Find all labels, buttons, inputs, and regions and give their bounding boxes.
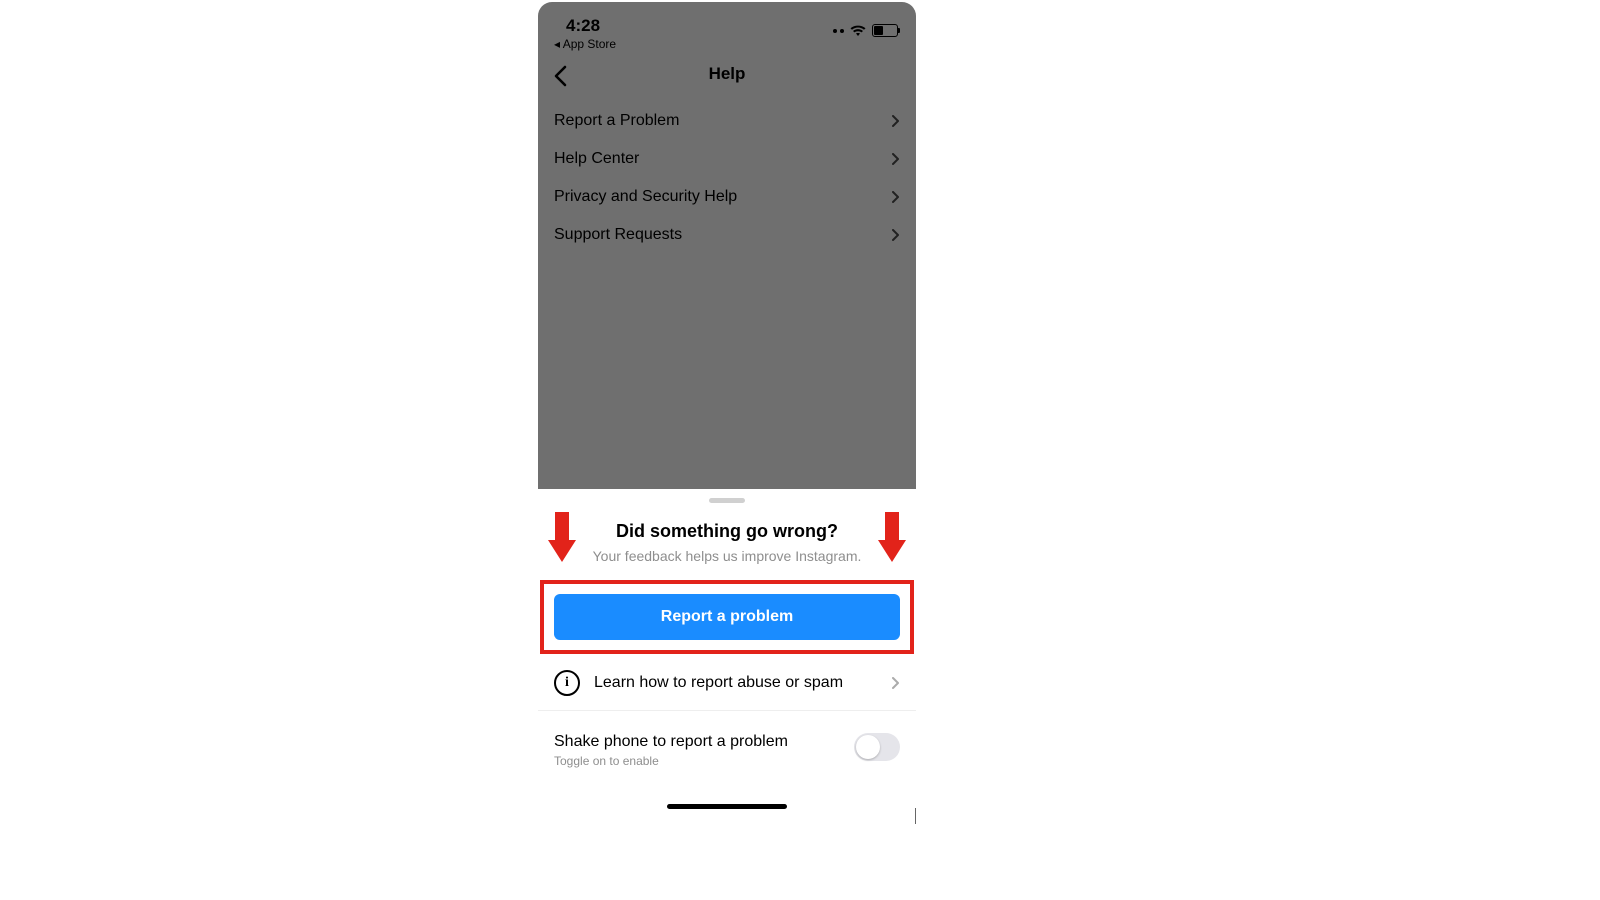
help-row-report-problem[interactable]: Report a Problem — [538, 102, 916, 140]
learn-row-label: Learn how to report abuse or spam — [594, 674, 877, 692]
info-icon: i — [554, 670, 580, 696]
status-time: 4:28 — [566, 16, 600, 36]
breadcrumb-label: App Store — [563, 37, 616, 51]
status-bar: 4:28 ◂ App Store — [538, 2, 916, 46]
learn-report-abuse-row[interactable]: i Learn how to report abuse or spam — [538, 654, 916, 711]
annotation-highlight-box: Report a problem — [540, 580, 914, 654]
page-title: Help — [538, 64, 916, 84]
shake-subtitle: Toggle on to enable — [554, 754, 854, 768]
toggle-knob — [856, 735, 880, 759]
help-row-label: Privacy and Security Help — [554, 188, 737, 206]
chevron-right-icon — [891, 152, 900, 166]
wifi-icon — [850, 25, 866, 37]
phone-frame: 4:28 ◂ App Store Help — [538, 2, 916, 814]
breadcrumb-back-app[interactable]: ◂ App Store — [554, 37, 616, 51]
shake-title: Shake phone to report a problem — [554, 733, 854, 751]
help-screen-dimmed: 4:28 ◂ App Store Help — [538, 2, 916, 489]
help-row-privacy-security[interactable]: Privacy and Security Help — [538, 178, 916, 216]
nav-header: Help — [538, 54, 916, 98]
help-row-help-center[interactable]: Help Center — [538, 140, 916, 178]
help-menu-list: Report a Problem Help Center Privacy and… — [538, 102, 916, 254]
chevron-right-icon — [891, 676, 900, 690]
report-a-problem-button[interactable]: Report a problem — [554, 594, 900, 640]
shake-to-report-row: Shake phone to report a problem Toggle o… — [538, 711, 916, 768]
caret-left-icon: ◂ — [554, 37, 560, 51]
cellular-signal-icon — [833, 29, 844, 33]
home-indicator[interactable] — [667, 804, 787, 809]
chevron-right-icon — [891, 190, 900, 204]
help-row-support-requests[interactable]: Support Requests — [538, 216, 916, 254]
sheet-subtitle: Your feedback helps us improve Instagram… — [538, 548, 916, 564]
help-row-label: Report a Problem — [554, 112, 679, 130]
chevron-right-icon — [891, 228, 900, 242]
chevron-right-icon — [891, 114, 900, 128]
report-bottom-sheet: Did something go wrong? Your feedback he… — [538, 489, 916, 814]
help-row-label: Help Center — [554, 150, 639, 168]
help-row-label: Support Requests — [554, 226, 682, 244]
sheet-title: Did something go wrong? — [538, 521, 916, 542]
cursor-tick — [915, 808, 916, 824]
battery-icon — [872, 24, 898, 37]
sheet-grabber[interactable] — [709, 498, 745, 503]
shake-toggle[interactable] — [854, 733, 900, 761]
